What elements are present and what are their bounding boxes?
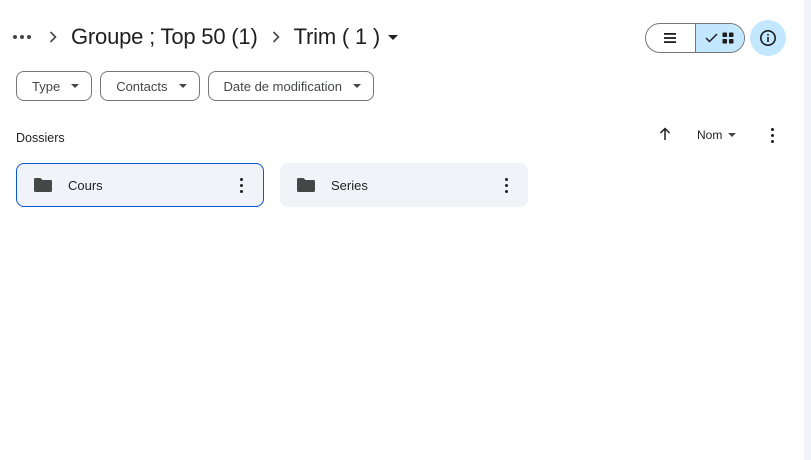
caret-down-icon: [728, 133, 737, 137]
sort-by-name-button[interactable]: Nom: [697, 128, 737, 142]
chip-label: Date de modification: [223, 78, 343, 94]
folder-icon: [296, 177, 316, 193]
caret-down-icon: [178, 84, 187, 88]
sort-label: Nom: [697, 128, 723, 142]
filter-contacts-chip[interactable]: Contacts: [100, 71, 200, 101]
breadcrumb-current-label: Trim ( 1 ): [293, 24, 381, 49]
folder-more-actions-button[interactable]: [494, 173, 518, 197]
more-options-button[interactable]: [762, 124, 782, 146]
arrow-up-icon: [659, 127, 671, 140]
caret-down-icon: [71, 84, 80, 88]
grid-icon: [722, 32, 734, 44]
folder-more-actions-button[interactable]: [229, 173, 253, 197]
caret-down-icon: [387, 34, 398, 40]
breadcrumb-item-groupe-top-50[interactable]: Groupe ; Top 50 (1): [71, 24, 258, 50]
drive-content-area: Groupe ; Top 50 (1) Trim ( 1 ) Type Cont…: [0, 0, 804, 460]
check-icon: [705, 33, 718, 43]
details-info-button[interactable]: [750, 20, 786, 56]
breadcrumb-separator-icon: [272, 31, 280, 43]
breadcrumb-separator-icon: [49, 31, 57, 43]
breadcrumb-current-folder-menu[interactable]: Trim ( 1 ): [294, 24, 398, 50]
filter-type-chip[interactable]: Type: [16, 71, 93, 101]
section-title-folders: Dossiers: [16, 131, 65, 145]
folder-name: Cours: [68, 177, 103, 193]
folder-icon: [33, 177, 53, 193]
caret-down-icon: [353, 84, 362, 88]
info-icon: [760, 30, 776, 46]
chip-label: Contacts: [116, 78, 168, 94]
folder-card-series[interactable]: Series: [280, 163, 528, 207]
folder-name: Series: [331, 177, 368, 193]
more-horiz-icon[interactable]: [13, 27, 35, 47]
breadcrumb: Groupe ; Top 50 (1) Trim ( 1 ): [10, 22, 398, 52]
grid-view-button[interactable]: [695, 24, 744, 52]
filter-date-modified-chip[interactable]: Date de modification: [207, 71, 375, 101]
view-toggle: [645, 23, 745, 53]
chip-label: Type: [32, 78, 61, 94]
filter-chips: Type Contacts Date de modification: [16, 71, 375, 101]
list-view-button[interactable]: [646, 24, 696, 52]
sort-direction-button[interactable]: [655, 124, 675, 144]
list-icon: [664, 33, 677, 43]
folder-card-cours[interactable]: Cours: [16, 163, 264, 207]
scroll-edge: [804, 0, 811, 460]
